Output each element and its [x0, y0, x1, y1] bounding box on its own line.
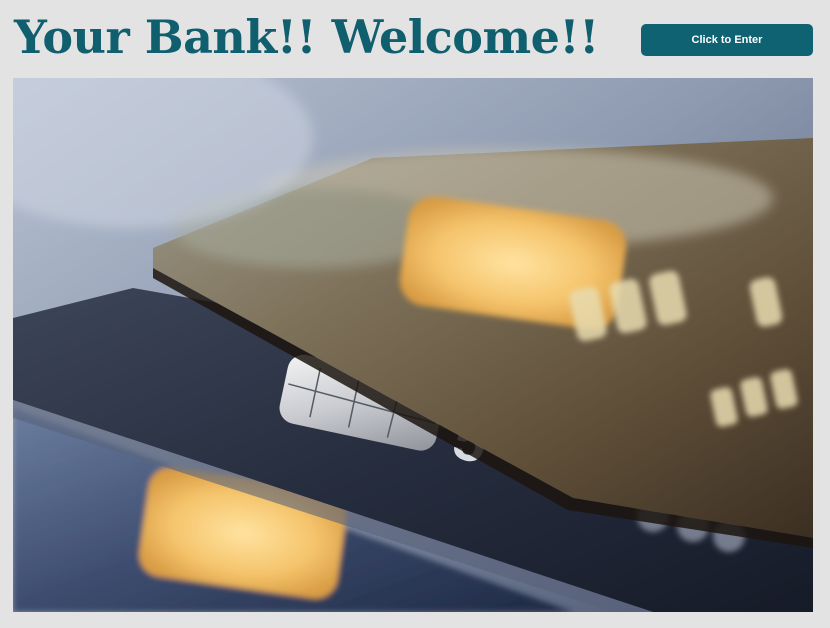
header: Your Bank!! Welcome!! Click to Enter	[0, 0, 830, 78]
page-title: Your Bank!! Welcome!!	[14, 10, 599, 64]
credit-cards-photo: 5	[13, 78, 813, 612]
enter-button[interactable]: Click to Enter	[641, 24, 813, 56]
hero-image: 5	[13, 78, 813, 612]
